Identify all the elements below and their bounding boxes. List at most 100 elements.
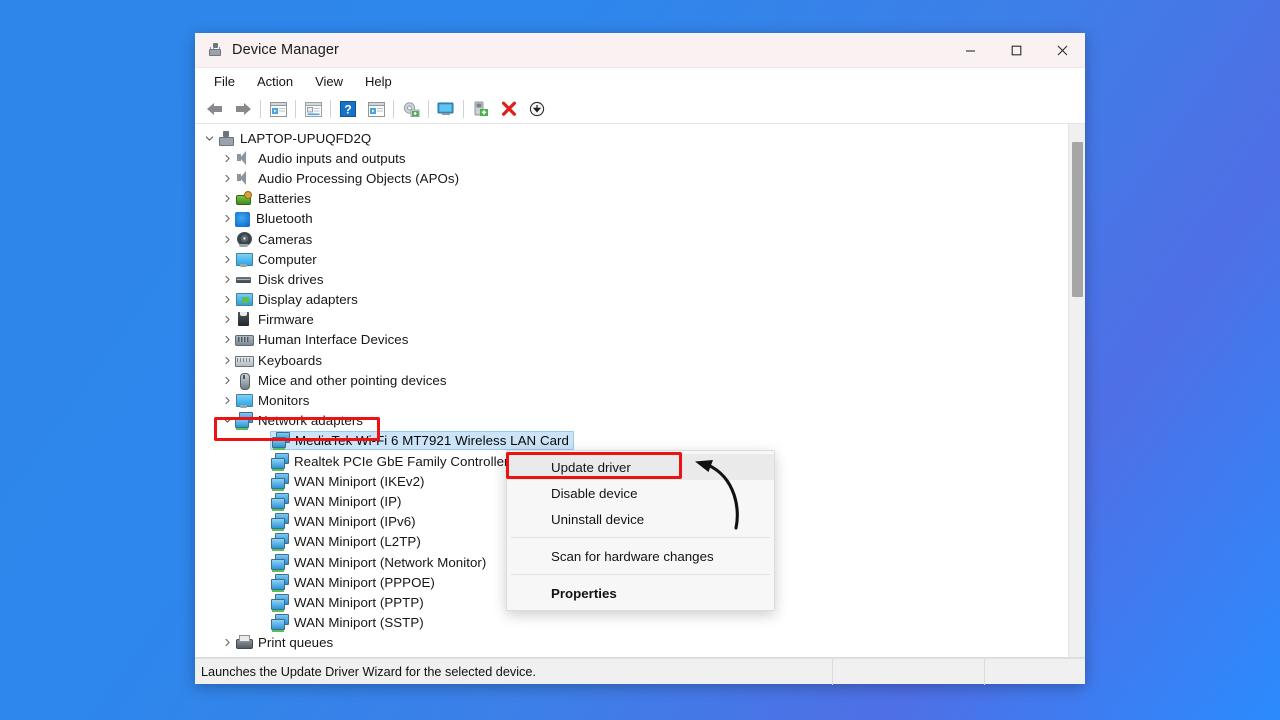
tree-item[interactable]: Network adapters xyxy=(195,411,1068,431)
tree-item[interactable]: MediaTek Wi-Fi 6 MT7921 Wireless LAN Car… xyxy=(195,431,1068,451)
toolbar-separator xyxy=(260,100,261,118)
chevron-right-icon[interactable] xyxy=(219,249,235,269)
show-hide-console-tree-icon[interactable] xyxy=(264,97,292,121)
menu-item-action[interactable]: Action xyxy=(246,71,304,92)
chevron-placeholder xyxy=(255,512,271,532)
tree-item-label: Cameras xyxy=(258,231,313,247)
chevron-placeholder xyxy=(255,471,271,491)
chevron-right-icon[interactable] xyxy=(219,330,235,350)
tree-item-label: Bluetooth xyxy=(256,211,313,227)
scan-for-hardware-changes-icon[interactable] xyxy=(432,97,460,121)
speaker-icon xyxy=(235,170,252,187)
device-manager-icon xyxy=(207,42,223,58)
context-menu-item-scan-for-hardware-changes[interactable]: Scan for hardware changes xyxy=(507,543,774,569)
tree-item-label: Print queues xyxy=(258,635,334,651)
tree-item[interactable]: WAN Miniport (SSTP) xyxy=(195,613,1068,633)
tree-item[interactable]: Print queues xyxy=(195,633,1068,653)
title-bar: Device Manager xyxy=(195,33,1085,68)
window-controls xyxy=(947,33,1085,68)
chevron-right-icon[interactable] xyxy=(219,168,235,188)
network-icon xyxy=(271,533,289,550)
tree-item-label: Keyboards xyxy=(258,352,323,368)
disable-device-icon[interactable] xyxy=(523,97,551,121)
context-menu-item-update-driver[interactable]: Update driver xyxy=(507,454,774,480)
display-icon xyxy=(235,291,253,308)
svg-text:?: ? xyxy=(344,103,351,117)
chevron-right-icon[interactable] xyxy=(219,350,235,370)
menu-item-view[interactable]: View xyxy=(304,71,354,92)
tree-item[interactable]: Mice and other pointing devices xyxy=(195,370,1068,390)
tree-item-label: Batteries xyxy=(258,191,311,207)
vertical-scrollbar[interactable] xyxy=(1068,124,1085,657)
tree-item[interactable]: LAPTOP-UPUQFD2Q xyxy=(195,128,1068,148)
toolbar-separator xyxy=(330,100,331,118)
tree-item-label: WAN Miniport (PPPOE) xyxy=(294,574,435,590)
tree-item[interactable]: Audio Processing Objects (APOs) xyxy=(195,168,1068,188)
chevron-right-icon[interactable] xyxy=(219,229,235,249)
status-bar: Launches the Update Driver Wizard for th… xyxy=(195,658,1085,685)
tree-item[interactable]: Disk drives xyxy=(195,269,1068,289)
camera-icon xyxy=(235,231,252,248)
chevron-down-icon[interactable] xyxy=(219,411,235,431)
chevron-right-icon[interactable] xyxy=(219,269,235,289)
tree-item[interactable]: Human Interface Devices xyxy=(195,330,1068,350)
selected-device[interactable]: MediaTek Wi-Fi 6 MT7921 Wireless LAN Car… xyxy=(270,431,574,451)
tree-item-label: LAPTOP-UPUQFD2Q xyxy=(240,130,372,146)
tree-item[interactable]: Monitors xyxy=(195,390,1068,410)
tree-item[interactable]: Batteries xyxy=(195,189,1068,209)
context-menu-item-properties[interactable]: Properties xyxy=(507,580,774,606)
chevron-placeholder xyxy=(255,572,271,592)
chevron-right-icon[interactable] xyxy=(219,209,235,229)
status-text: Launches the Update Driver Wizard for th… xyxy=(201,664,536,679)
tree-item[interactable]: Display adapters xyxy=(195,290,1068,310)
chevron-right-icon[interactable] xyxy=(219,189,235,209)
minimize-button[interactable] xyxy=(947,33,993,68)
update-driver-icon[interactable] xyxy=(397,97,425,121)
scrollbar-thumb[interactable] xyxy=(1072,142,1083,297)
tree-item-label: WAN Miniport (L2TP) xyxy=(294,534,421,550)
chevron-right-icon[interactable] xyxy=(219,148,235,168)
properties-icon[interactable] xyxy=(299,97,327,121)
close-button[interactable] xyxy=(1039,33,1085,68)
network-icon xyxy=(271,492,289,510)
tree-item[interactable]: Computer xyxy=(195,249,1068,269)
printer-icon xyxy=(235,634,253,651)
maximize-button[interactable] xyxy=(993,33,1039,68)
tree-item[interactable]: Bluetooth xyxy=(195,209,1068,229)
menu-item-file[interactable]: File xyxy=(203,71,246,92)
view-icon[interactable] xyxy=(362,97,390,121)
tree-item[interactable]: Keyboards xyxy=(195,350,1068,370)
chevron-right-icon[interactable] xyxy=(219,633,235,653)
forward-icon[interactable] xyxy=(229,97,257,121)
tree-item[interactable]: Firmware xyxy=(195,310,1068,330)
network-icon xyxy=(271,452,289,470)
tree-item-label: Monitors xyxy=(258,393,310,409)
chevron-right-icon[interactable] xyxy=(219,310,235,330)
tree-item-label: MediaTek Wi-Fi 6 MT7921 Wireless LAN Car… xyxy=(295,433,569,449)
context-menu-item-disable-device[interactable]: Disable device xyxy=(507,480,774,506)
tree-item-label: Audio Processing Objects (APOs) xyxy=(258,170,460,186)
chevron-right-icon[interactable] xyxy=(219,391,235,411)
back-icon[interactable] xyxy=(201,97,229,121)
help-icon[interactable]: ? xyxy=(334,97,362,121)
chevron-down-icon[interactable] xyxy=(201,128,217,148)
tree-item-label: WAN Miniport (IKEv2) xyxy=(294,473,425,489)
context-menu: Update driver Disable device Uninstall dev… xyxy=(506,450,775,611)
menu-separator xyxy=(511,537,770,538)
enable-device-icon[interactable] xyxy=(467,97,495,121)
menu-item-help[interactable]: Help xyxy=(354,71,403,92)
bluetooth-icon xyxy=(235,211,250,227)
context-menu-item-uninstall-device[interactable]: Uninstall device xyxy=(507,506,774,532)
tree-item[interactable]: Audio inputs and outputs xyxy=(195,148,1068,168)
chevron-placeholder xyxy=(255,532,271,552)
tree-item-label: Network adapters xyxy=(258,413,364,429)
tree-item-label: WAN Miniport (IPv6) xyxy=(294,514,416,530)
tree-item[interactable]: Cameras xyxy=(195,229,1068,249)
tree-item-label: Computer xyxy=(258,251,317,267)
chevron-right-icon[interactable] xyxy=(219,370,235,390)
toolbar-separator xyxy=(295,100,296,118)
uninstall-device-icon[interactable] xyxy=(495,97,523,121)
status-segment-1 xyxy=(832,658,984,685)
chevron-right-icon[interactable] xyxy=(219,290,235,310)
tree-item-label: WAN Miniport (PPTP) xyxy=(294,594,424,610)
